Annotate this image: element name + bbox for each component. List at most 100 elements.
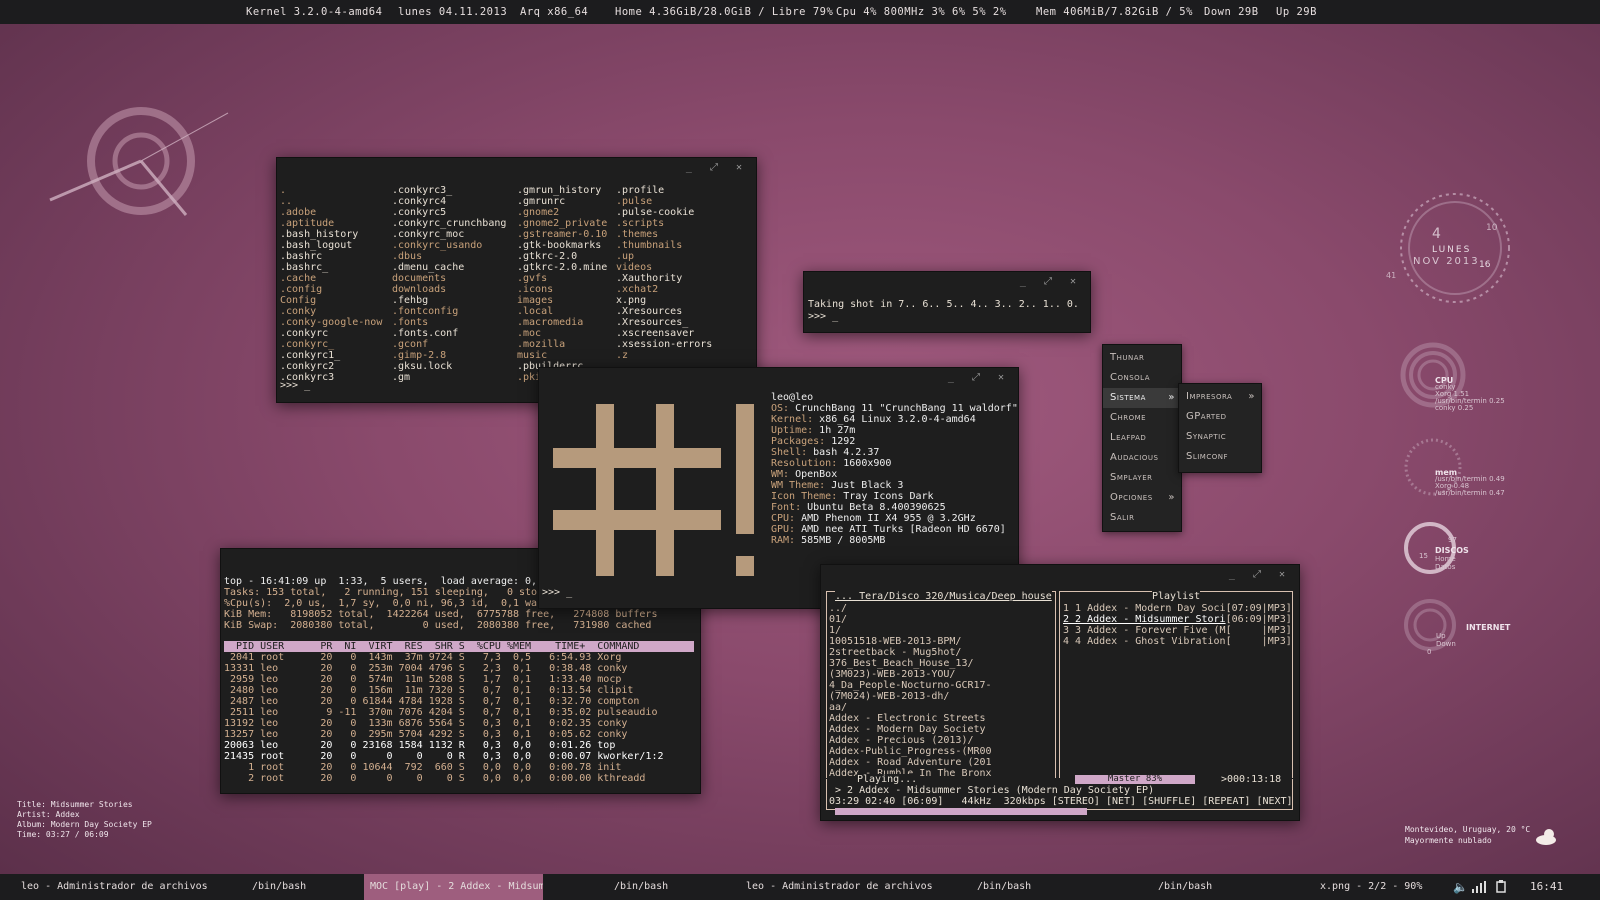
menu-item-thunar[interactable]: Thunar: [1103, 348, 1181, 368]
moc-file-entry[interactable]: 376_Best_Beach_House_13/: [829, 658, 992, 669]
moc-file-entry[interactable]: Addex - Modern Day Society: [829, 724, 992, 735]
submenu-item-gparted[interactable]: GParted: [1179, 407, 1261, 427]
screenshot-terminal[interactable]: _ ⤢ ✕ Taking shot in 7.. 6.. 5.. 4.. 3..…: [803, 271, 1091, 333]
submenu-item-slimconf[interactable]: Slimconf: [1179, 447, 1261, 467]
file-entry: .conky-google-now: [280, 317, 383, 328]
task-bash-2[interactable]: /bin/bash: [614, 874, 668, 900]
file-column-2: .conkyrc3_ .conkyrc4 .conkyrc5 .conkyrc_cru…: [392, 185, 506, 383]
task-file-manager-1[interactable]: leo - Administrador de archivos: [21, 874, 208, 900]
file-entry: .themes: [616, 229, 659, 240]
task-bash-1[interactable]: /bin/bash: [252, 874, 306, 900]
clipboard-icon[interactable]: [1496, 880, 1506, 893]
window-controls[interactable]: _ ⤢ ✕: [948, 372, 1010, 383]
task-image-viewer[interactable]: x.png - 2/2 - 90%: [1320, 874, 1422, 900]
terminal-prompt[interactable]: >>> _: [280, 380, 310, 391]
moc-file-entry[interactable]: 4_Da_People-Nocturno-GCR17-: [829, 680, 992, 691]
openbox-root-menu[interactable]: Thunar Consola Sistema » Chrome Leafpad A…: [1102, 344, 1182, 532]
file-entry: .profile: [616, 185, 665, 196]
volume-bar[interactable]: Master 83%: [1075, 775, 1195, 784]
net-title: INTERNET: [1466, 623, 1511, 632]
moc-file-entry[interactable]: 10051518-WEB-2013-BPM/: [829, 636, 992, 647]
moc-file-entry[interactable]: ../: [829, 603, 992, 614]
terminal-prompt[interactable]: >>> _: [808, 311, 838, 322]
playlist-track: 1 1 Addex - Modern Day Soci: [1063, 603, 1226, 614]
terminal-prompt[interactable]: >>> _: [542, 587, 572, 598]
file-entry: .moc: [517, 328, 542, 339]
menu-item-opciones[interactable]: Opciones »: [1103, 488, 1181, 508]
moc-file-entry[interactable]: aa/: [829, 702, 992, 713]
now-playing-info: Title: Midsummer Stories Artist: Addex A…: [17, 800, 152, 840]
file-entry: .fonts: [392, 317, 429, 328]
moc-file-entry[interactable]: (7M024)-WEB-2013-dh/: [829, 691, 992, 702]
analog-clock-icon: [49, 107, 229, 216]
sistema-submenu[interactable]: Impresora » GParted Synaptic Slimconf: [1178, 383, 1262, 473]
conky-disk-widget: 97 15 DISCOS Home Datos: [1400, 518, 1540, 578]
weather-location: Montevideo, Uruguay, 20 °C: [1405, 825, 1531, 834]
date-gauge-widget: 4 LUNES NOV 2013 16 10 41: [1385, 190, 1520, 310]
info-value: 1292: [825, 436, 856, 447]
playlist-entry[interactable]: 1 1 Addex - Modern Day Soci[07:09|MP3]: [1063, 603, 1292, 614]
process-row: 13331 leo 20 0 253m 7004 4796 S 2,3 0,1 …: [224, 663, 628, 674]
playlist-entry[interactable]: 2 2 Addex - Midsummer Stori[06:09|MP3]: [1063, 614, 1292, 625]
top-summary-line: KiB Swap: 2080380 total, 0 used, 2080380…: [224, 620, 652, 631]
menu-item-salir[interactable]: Salir: [1103, 508, 1181, 528]
playlist-entry[interactable]: 4 4 Addex - Ghost Vibration[ |MP3]: [1063, 636, 1292, 647]
weather-widget: Montevideo, Uruguay, 20 °C Mayormente nu…: [1405, 824, 1530, 846]
network-signal-icon[interactable]: [1472, 881, 1486, 893]
playlist-entry[interactable]: 3 3 Addex - Forever Five (M[ |MP3]: [1063, 625, 1292, 636]
progress-bar[interactable]: [835, 808, 1087, 815]
file-entry: .xchat2: [616, 284, 659, 295]
moc-file-entry[interactable]: 2streetback - Mug5hot/: [829, 647, 992, 658]
submenu-item-impresora[interactable]: Impresora »: [1179, 387, 1261, 407]
file-entry: .Xresources_: [616, 317, 689, 328]
date-info: lunes 04.11.2013: [398, 6, 508, 18]
song-title: Title: Midsummer Stories: [17, 800, 133, 809]
window-controls[interactable]: _ ⤢ ✕: [686, 162, 748, 173]
playlist-duration: [ |MP3]: [1225, 625, 1292, 636]
file-list[interactable]: ../01/1/10051518-WEB-2013-BPM/2streetbac…: [829, 603, 992, 779]
info-line: GPU: AMD nee ATI Turks [Radeon HD 6670]: [771, 524, 1018, 535]
window-controls[interactable]: _ ⤢ ✕: [1229, 569, 1291, 580]
task-moc-player[interactable]: MOC [play] - 2 Addex - Midsummer St...: [364, 874, 543, 900]
moc-file-entry[interactable]: 01/: [829, 614, 992, 625]
mem-info: Mem 406MiB/7.82GiB / 5%: [1036, 6, 1193, 18]
info-line: CPU: AMD Phenom II X4 955 @ 3.2GHz: [771, 513, 1018, 524]
playlist[interactable]: 1 1 Addex - Modern Day Soci[07:09|MP3] 2 …: [1063, 603, 1292, 647]
menu-item-sistema[interactable]: Sistema »: [1103, 388, 1181, 408]
menu-item-audacious[interactable]: Audacious: [1103, 448, 1181, 468]
file-entry: .conkyrc_moc: [392, 229, 465, 240]
info-line: Uptime: 1h 27m: [771, 425, 1018, 436]
taskbar: leo - Administrador de archivos /bin/bas…: [0, 874, 1600, 900]
menu-item-chrome[interactable]: Chrome: [1103, 408, 1181, 428]
file-entry: .xscreensaver: [616, 328, 695, 339]
task-file-manager-2[interactable]: leo - Administrador de archivos: [746, 874, 933, 900]
arch-info: Arq x86_64: [520, 6, 589, 18]
file-entry: .scripts: [616, 218, 665, 229]
process-table-header: PID USER PR NI VIRT RES SHR S %CPU %MEM …: [224, 641, 694, 652]
file-entry: x.png: [616, 295, 647, 306]
moc-file-entry[interactable]: 1/: [829, 625, 992, 636]
top-summary-line: KiB Mem: 8198052 total, 1422264 used, 67…: [224, 609, 658, 620]
submenu-item-synaptic[interactable]: Synaptic: [1179, 427, 1261, 447]
net-down-info: Down 29B: [1204, 6, 1259, 18]
task-bash-3[interactable]: /bin/bash: [977, 874, 1031, 900]
window-controls[interactable]: _ ⤢ ✕: [1020, 276, 1082, 287]
menu-item-leafpad[interactable]: Leafpad: [1103, 428, 1181, 448]
info-key: GPU:: [771, 524, 796, 535]
taskbar-clock[interactable]: 16:41: [1530, 874, 1563, 900]
cpu-process-3: conky 0.25: [1435, 404, 1474, 412]
moc-file-entry[interactable]: Addex - Precious (2013)/: [829, 735, 992, 746]
moc-file-entry[interactable]: (3M023)-WEB-2013-YOU/: [829, 669, 992, 680]
moc-file-entry[interactable]: Addex - Road Adventure (201: [829, 757, 992, 768]
moc-file-entry[interactable]: Addex-Public_Progress-(MR00: [829, 746, 992, 757]
info-value: 1600x900: [837, 458, 892, 469]
task-bash-4[interactable]: /bin/bash: [1158, 874, 1212, 900]
moc-file-entry[interactable]: Addex - Electronic Streets: [829, 713, 992, 724]
playlist-duration: [07:09|MP3]: [1225, 603, 1292, 614]
info-key: WM Theme:: [771, 480, 826, 491]
file-entry: .icons: [517, 284, 554, 295]
volume-icon[interactable]: 🔈: [1453, 874, 1468, 900]
moc-music-player[interactable]: _ ⤢ ✕ ... Tera/Disco 320/Musica/Deep hou…: [820, 564, 1300, 821]
menu-item-consola[interactable]: Consola: [1103, 368, 1181, 388]
menu-item-smplayer[interactable]: Smplayer: [1103, 468, 1181, 488]
